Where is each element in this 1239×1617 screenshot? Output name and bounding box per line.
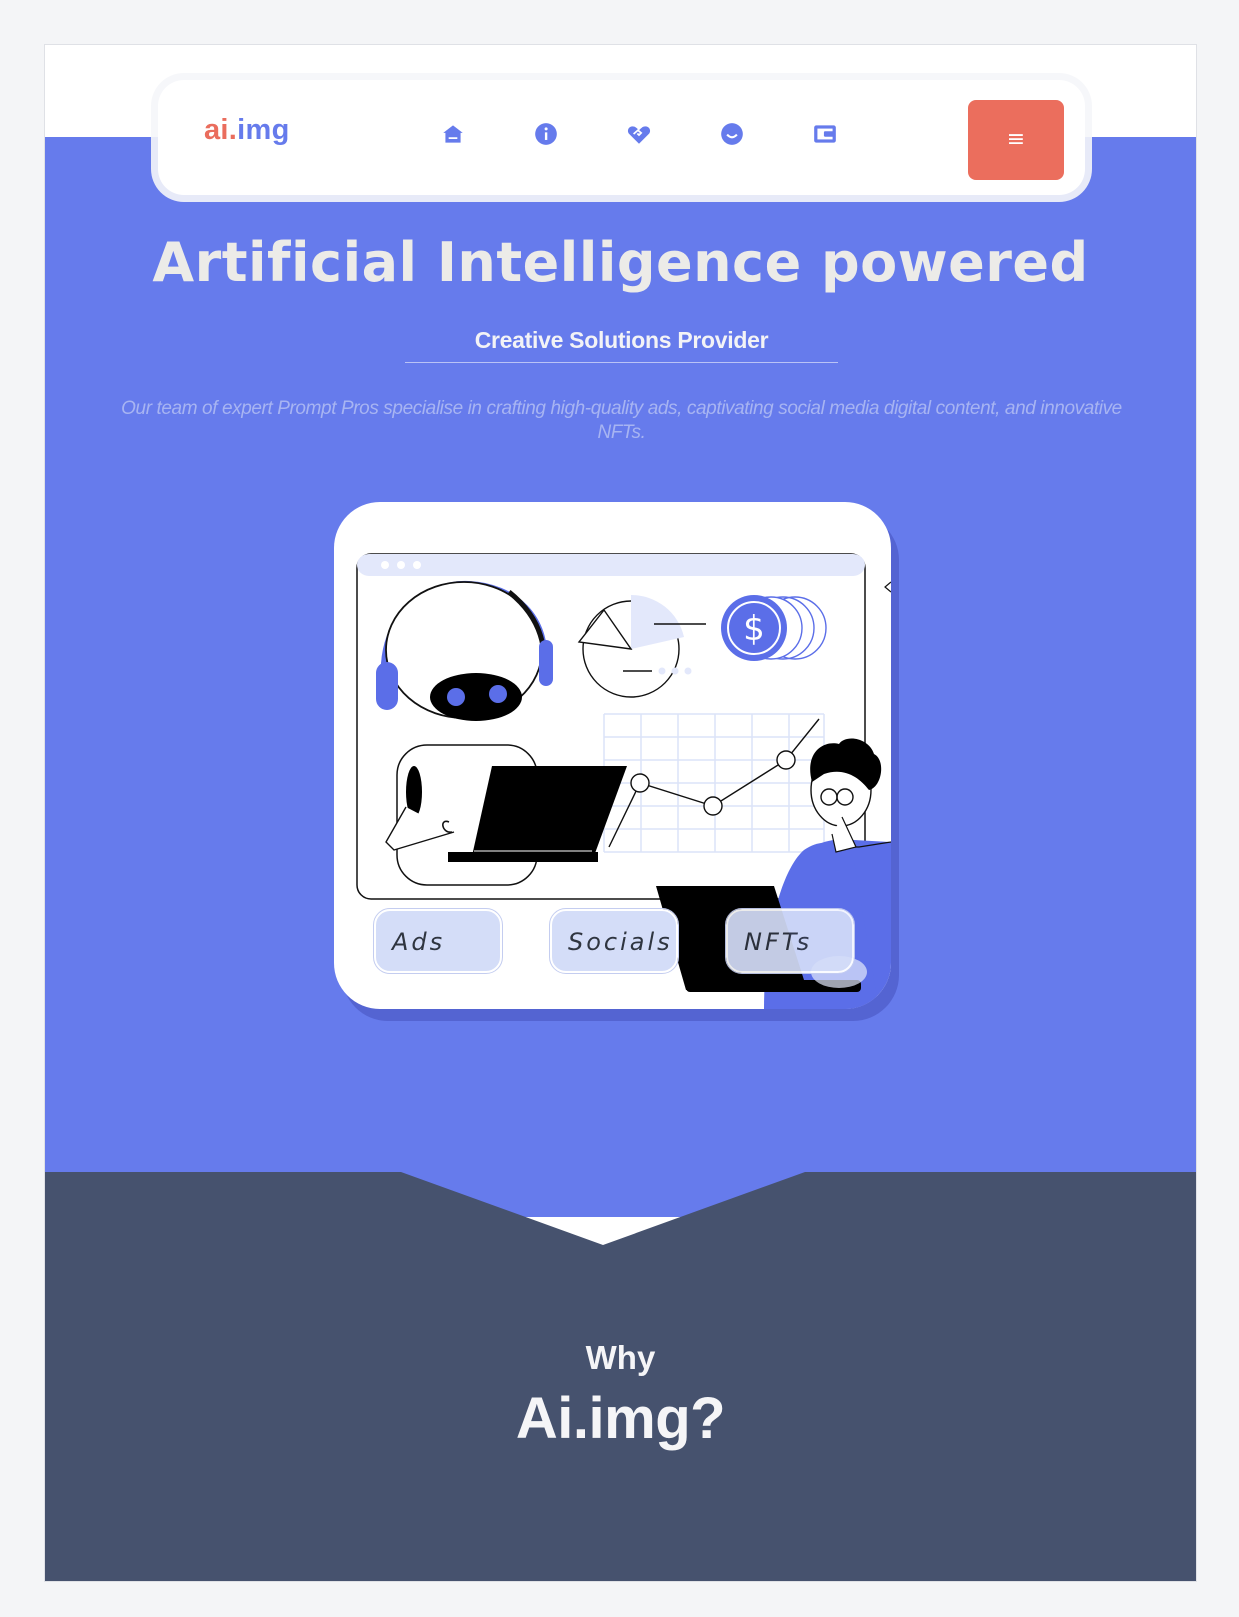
page-frame: ai.img ≡ Artificial Intelligence powered… [44,44,1197,1582]
why-section-background [45,1172,1196,1581]
pill-ads[interactable]: Ads [373,908,503,974]
hero-description: Our team of expert Prompt Pros specialis… [121,398,1122,443]
pill-nfts[interactable]: NFTs [725,908,855,974]
why-label: Why [585,1339,656,1376]
why-brand-heading: Ai.img? [515,1386,726,1451]
home-icon[interactable] [440,121,466,147]
info-icon[interactable] [533,121,559,147]
handshake-icon[interactable] [626,121,652,147]
pill-socials[interactable]: Socials [549,908,679,974]
menu-button[interactable]: ≡ [968,100,1064,180]
hero-illustration: $ Ads Socials NFTs [334,502,891,1009]
logo[interactable]: ai.img [204,114,290,147]
coin-symbol: $ [743,609,765,649]
wallet-icon[interactable] [812,121,838,147]
navbar: ai.img ≡ [158,80,1085,195]
hero-subtitle: Creative Solutions Provider [405,327,838,363]
smile-icon[interactable] [719,121,745,147]
hero-title: Artificial Intelligence powered [152,231,1089,294]
